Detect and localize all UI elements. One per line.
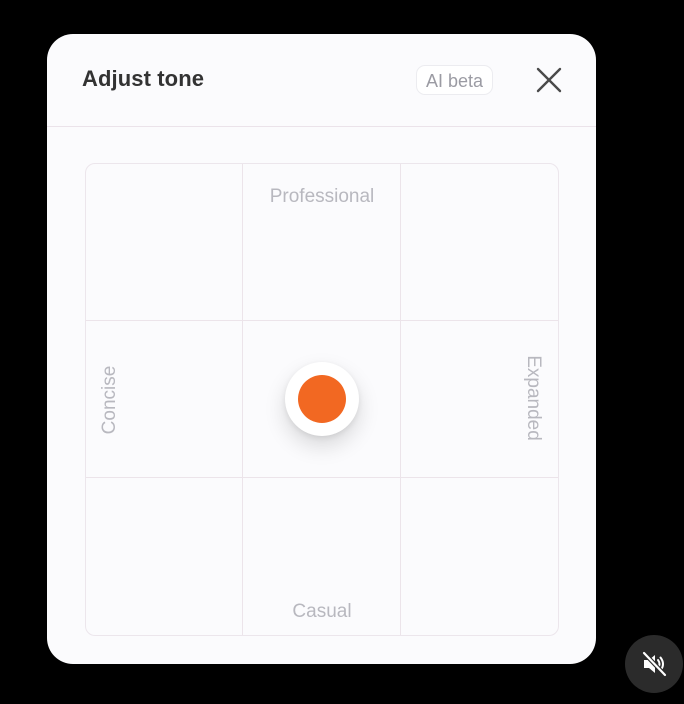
ai-beta-badge: AI beta <box>416 65 494 95</box>
dialog-title: Adjust tone <box>82 66 205 91</box>
professional-label: Professional <box>269 186 375 207</box>
tone-cell-expanded-casual[interactable] <box>401 478 558 635</box>
concise-label: Concise <box>99 365 120 435</box>
tone-knob-handle[interactable] <box>285 362 359 436</box>
tone-knob-dot <box>298 375 346 423</box>
adjust-tone-dialog: Adjust tone AI beta Professional Casual … <box>47 34 596 664</box>
close-icon <box>536 67 562 93</box>
casual-label: Casual <box>292 601 352 622</box>
close-button[interactable] <box>533 64 565 96</box>
dialog-header: Adjust tone AI beta <box>47 34 596 127</box>
tone-cell-concise-professional[interactable] <box>86 164 244 321</box>
tone-cell-concise-casual[interactable] <box>86 478 244 635</box>
expanded-label: Expanded <box>523 355 544 441</box>
speaker-muted-icon <box>641 650 668 678</box>
tone-cell-expanded-professional[interactable] <box>400 164 558 321</box>
mute-button[interactable] <box>625 635 683 693</box>
video-frame: Adjust tone AI beta Professional Casual … <box>0 0 684 704</box>
